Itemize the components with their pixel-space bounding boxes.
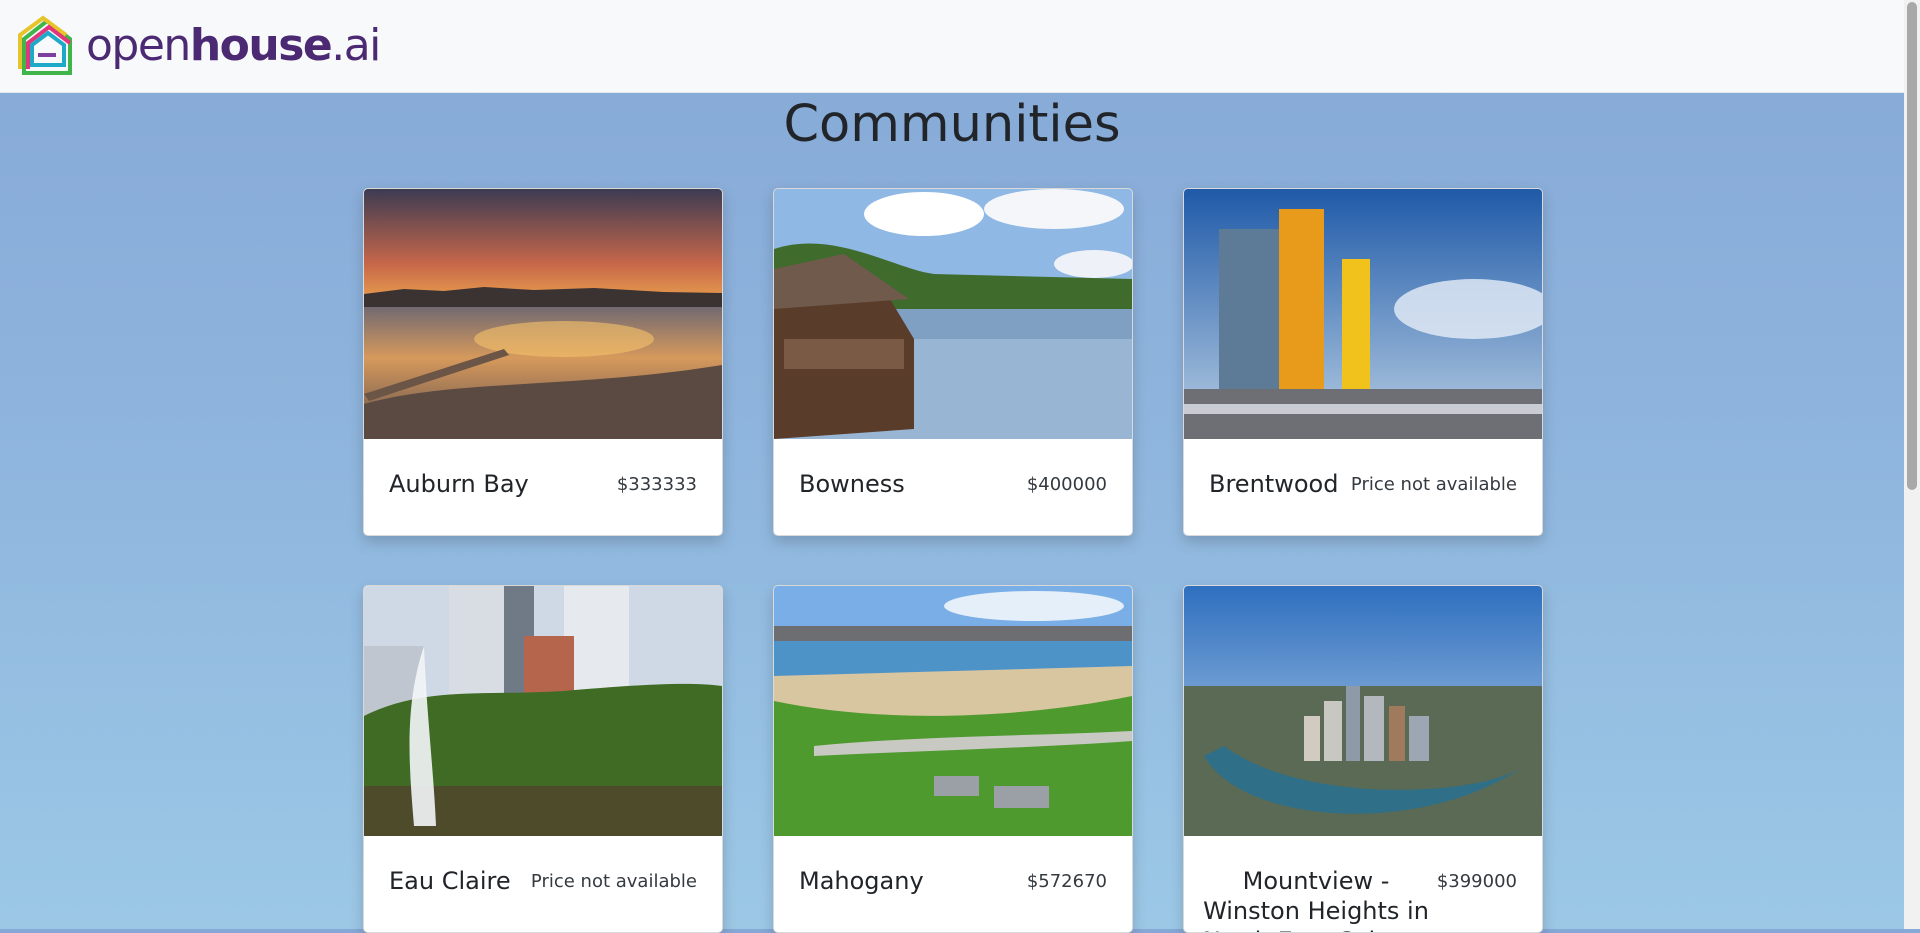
community-name: Eau Claire [389,867,511,895]
community-card[interactable]: Eau Claire Price not available [363,585,723,933]
community-name: Mountview - Winston Heights in North Eas… [1203,867,1429,932]
sunset-lake-photo [364,189,722,439]
community-name: Bowness [799,470,905,498]
card-body: Auburn Bay $333333 [364,439,722,535]
logo-wordmark: openhouse.ai [86,20,381,71]
top-navbar: openhouse.ai [0,0,1904,93]
community-price: $572670 [1026,871,1107,892]
community-price: $399000 [1436,871,1517,892]
card-body: Eau Claire Price not available [364,836,722,932]
card-body: Brentwood Price not available [1184,439,1542,535]
community-card[interactable]: Brentwood Price not available [1183,188,1543,536]
tower-buildings-photo [1184,189,1542,439]
community-name: Mahogany [799,867,924,895]
community-card[interactable]: Mahogany $572670 [773,585,1133,933]
community-price: Price not available [530,871,697,892]
community-price: Price not available [1350,474,1517,495]
lake-park-photo [774,586,1132,836]
card-body: Mahogany $572670 [774,836,1132,932]
fountain-downtown-photo [364,586,722,836]
card-body: Bowness $400000 [774,439,1132,535]
card-body: Mountview - Winston Heights in North Eas… [1184,836,1542,932]
house-logo-icon [18,15,72,75]
community-card[interactable]: Auburn Bay $333333 [363,188,723,536]
scrollbar-thumb[interactable] [1907,2,1917,490]
city-aerial-photo [1184,586,1542,836]
openhouse-logo[interactable]: openhouse.ai [18,0,381,92]
community-name: Brentwood [1209,470,1339,498]
community-card[interactable]: Mountview - Winston Heights in North Eas… [1183,585,1543,933]
community-name: Auburn Bay [389,470,529,498]
vertical-scrollbar[interactable] [1904,0,1920,929]
park-lagoon-photo [774,189,1132,439]
community-price: $400000 [1026,474,1107,495]
community-card[interactable]: Bowness $400000 [773,188,1133,536]
page-title: Communities [783,95,1121,154]
community-price: $333333 [616,474,697,495]
